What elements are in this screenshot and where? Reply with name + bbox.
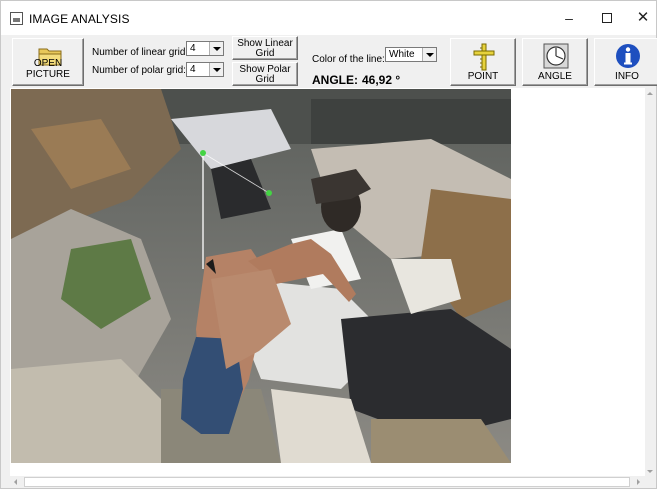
show-linear-grid-label: Show Linear Grid (237, 38, 293, 59)
polar-grid-label: Number of polar grid: (92, 65, 186, 76)
show-polar-grid-label: Show Polar Grid (239, 64, 291, 85)
open-picture-label: OPEN PICTURE (26, 58, 70, 80)
horizontal-scroll-thumb[interactable] (24, 477, 630, 487)
line-color-select[interactable]: White (385, 47, 437, 62)
vertical-scroll-thumb[interactable] (646, 102, 655, 462)
chevron-down-icon (422, 48, 436, 61)
close-button[interactable]: ✕ (623, 1, 657, 35)
image-canvas[interactable] (10, 88, 645, 478)
angle-readout-label: ANGLE: (312, 73, 358, 87)
open-picture-button[interactable]: OPEN PICTURE (12, 38, 84, 86)
info-label: INFO (615, 71, 639, 82)
info-button[interactable]: INFO (594, 38, 657, 86)
line-color-label: Color of the line: (312, 54, 385, 65)
linear-grid-label: Number of linear grid: (92, 47, 189, 58)
horizontal-scrollbar[interactable] (10, 476, 645, 488)
point-label: POINT (467, 71, 499, 82)
ruler-point-icon (473, 43, 495, 71)
chevron-down-icon (209, 42, 223, 55)
title-bar: IMAGE ANALYSIS – ✕ (1, 1, 656, 35)
window-title: IMAGE ANALYSIS (29, 12, 130, 26)
line-color-value: White (389, 49, 415, 60)
scroll-up-arrow[interactable] (645, 88, 656, 100)
vertical-scrollbar[interactable] (645, 88, 656, 478)
linear-grid-value: 4 (190, 43, 196, 54)
info-icon (616, 44, 640, 68)
angle-button-label: ANGLE (538, 71, 572, 82)
app-icon (10, 12, 23, 25)
minimize-button[interactable]: – (549, 1, 589, 35)
show-polar-grid-button[interactable]: Show Polar Grid (232, 62, 298, 86)
maximize-button[interactable] (587, 1, 627, 35)
analyzed-photo[interactable] (11, 89, 511, 463)
polar-grid-value: 4 (190, 64, 196, 75)
linear-grid-select[interactable]: 4 (186, 41, 224, 56)
show-linear-grid-button[interactable]: Show Linear Grid (232, 36, 298, 60)
scroll-down-arrow[interactable] (645, 466, 656, 478)
chevron-down-icon (209, 63, 223, 76)
angle-button[interactable]: ANGLE (522, 38, 588, 86)
protractor-icon (543, 43, 569, 69)
toolbar: OPEN PICTURE Number of linear grid: 4 Nu… (1, 35, 657, 89)
scroll-right-arrow[interactable] (633, 476, 645, 488)
point-button[interactable]: POINT (450, 38, 516, 86)
angle-readout-value: 46,92 ° (362, 73, 401, 87)
maximize-icon (602, 13, 612, 24)
scroll-left-arrow[interactable] (10, 476, 22, 488)
polar-grid-select[interactable]: 4 (186, 62, 224, 77)
